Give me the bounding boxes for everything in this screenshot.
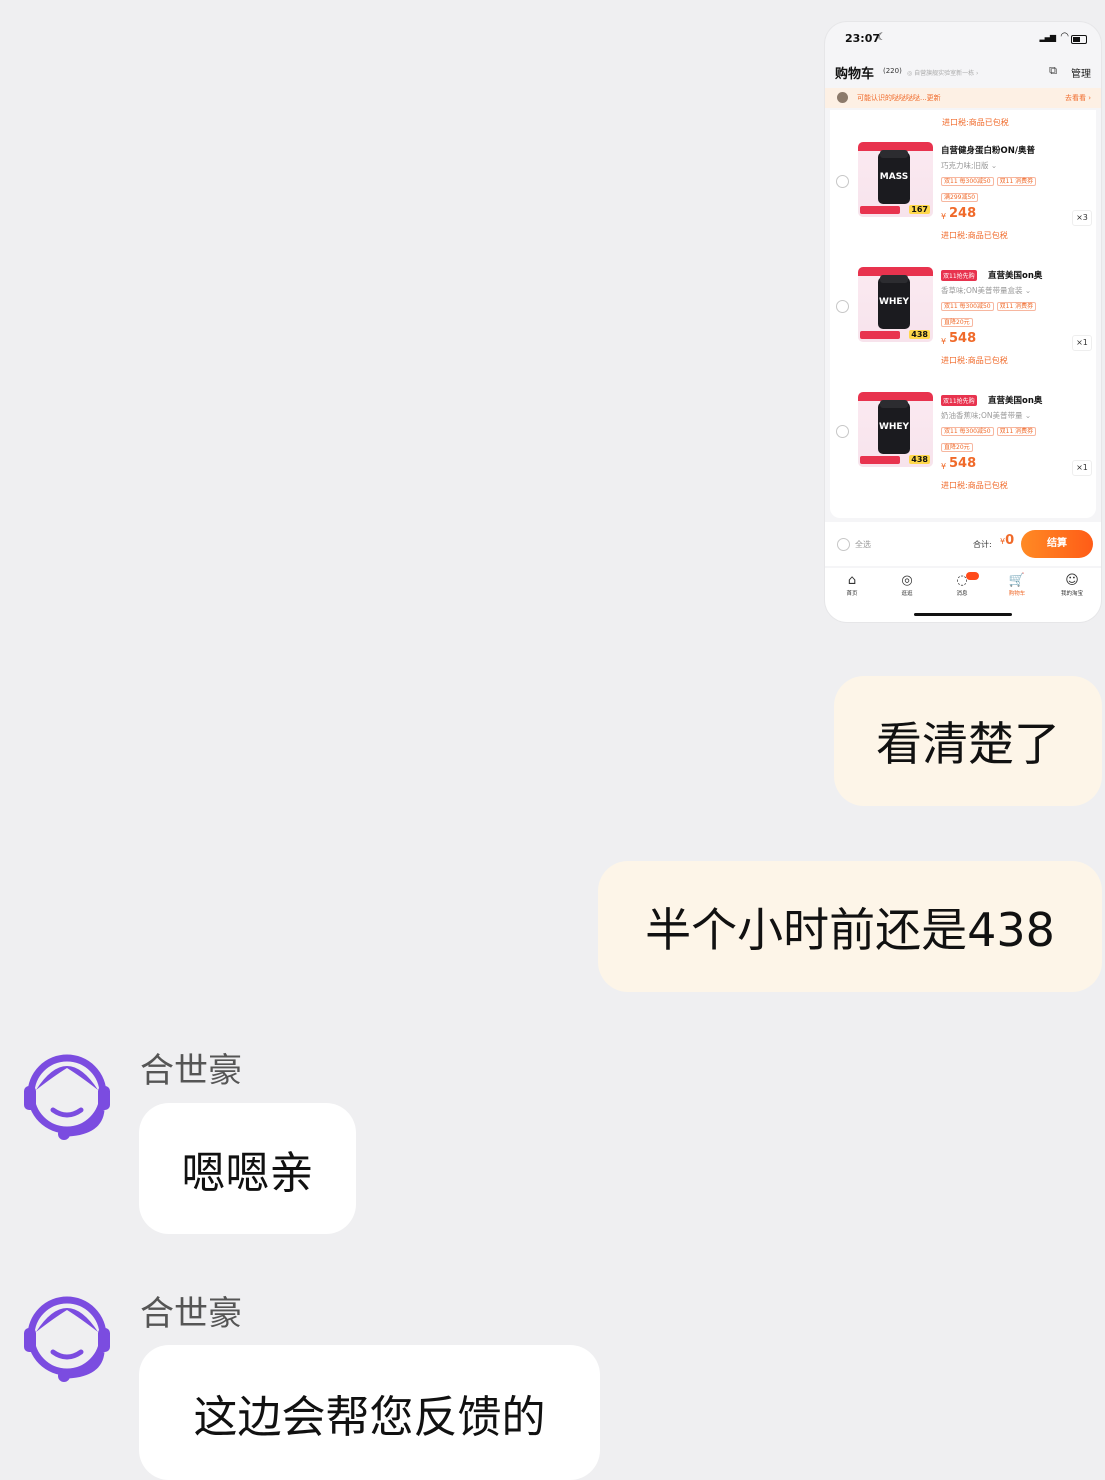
product-qty: ×3 — [1072, 210, 1092, 226]
promo-badge: 双11抢先购 — [941, 270, 977, 281]
product-image-price: 438 — [909, 455, 930, 464]
cart-title: 购物车 — [835, 67, 875, 82]
notice-bar: 可能认识的哒哒哒哒...更新 去看看 › — [825, 88, 1101, 108]
promo-badge: 双11抢先购 — [941, 395, 977, 406]
product-image: WHEY 438 — [858, 267, 933, 342]
promo-tag-secondary: 直降20元 — [941, 317, 973, 327]
message-text: 半个小时前还是438 — [645, 902, 1055, 957]
price-symbol: ¥ — [941, 337, 947, 346]
message-bubble-self[interactable]: 半个小时前还是438 — [598, 861, 1102, 992]
home-icon: ⌂ — [847, 573, 857, 588]
tax-note: 进口税:商品已包税 — [941, 231, 1008, 240]
product-name: 直营美国on奥 — [988, 271, 1043, 281]
tab-profile: ☺ 我的淘宝 — [1052, 573, 1092, 597]
product-image: WHEY 438 — [858, 392, 933, 467]
sender-name: 合世豪 — [140, 1294, 242, 1334]
wifi-icon: ◠ — [1060, 31, 1069, 42]
total-label: 合计: — [973, 540, 992, 549]
profile-icon: ☺ — [1065, 573, 1079, 588]
product-image-price: 167 — [909, 205, 930, 214]
battery-icon — [1071, 35, 1087, 44]
message-bubble-agent[interactable]: 这边会帮您反馈的 — [139, 1345, 600, 1480]
agent-avatar-icon — [24, 1296, 110, 1382]
product-image-label: WHEY — [878, 297, 910, 307]
tax-note: 进口税:商品已包税 — [942, 118, 1009, 127]
product-image-price: 438 — [909, 330, 930, 339]
shared-screenshot-image[interactable]: 23:07 ☾ ▂▄▆ ◠ 购物车 (220) ◎ 自营旗舰实验室新一栋 › ⧉… — [825, 22, 1101, 622]
product-qty: ×1 — [1072, 335, 1092, 351]
product-name: 自营健身蛋白粉ON/奥普 — [941, 146, 1035, 156]
promo-tags: 双11 每300减50 双11 消费券 — [941, 426, 1039, 436]
product-image-label: WHEY — [878, 422, 910, 432]
select-all-radio — [837, 538, 850, 551]
notice-action: 去看看 › — [1064, 94, 1091, 102]
message-bubble-self[interactable]: 看清楚了 — [834, 676, 1102, 806]
cart-item: WHEY 438 双11抢先购 直营美国on奥 香草味;ON美普带量盒装 ⌄ 双… — [830, 265, 1096, 385]
tab-cart: 🛒 购物车 — [997, 573, 1037, 597]
cart-icon: 🛒 — [1008, 573, 1026, 588]
signal-icon: ▂▄▆ — [1039, 33, 1057, 42]
product-image: MASS 167 — [858, 142, 933, 217]
sender-name: 合世豪 — [140, 1051, 242, 1091]
product-price: 548 — [949, 331, 977, 346]
notice-text: 可能认识的哒哒哒哒...更新 — [857, 94, 941, 102]
item-radio — [836, 425, 849, 438]
moon-icon: ☾ — [877, 32, 886, 43]
status-bar: 23:07 ☾ ▂▄▆ ◠ — [825, 22, 1101, 56]
product-name: 直营美国on奥 — [988, 396, 1043, 406]
cart-list: 进口税:商品已包税 MASS 167 自营健身蛋白粉ON/奥普 巧克力味;旧版 … — [830, 110, 1096, 518]
product-price: 548 — [949, 456, 977, 471]
cart-item: MASS 167 自营健身蛋白粉ON/奥普 巧克力味;旧版 ⌄ 双11 每300… — [830, 140, 1096, 260]
total-value: ¥0 — [1000, 533, 1015, 548]
tab-explore: ◎ 逛逛 — [887, 573, 927, 597]
product-qty: ×1 — [1072, 460, 1092, 476]
product-spec: 香草味;ON美普带量盒装 ⌄ — [941, 286, 1032, 295]
cart-header: 购物车 (220) ◎ 自营旗舰实验室新一栋 › ⧉ 管理 — [825, 60, 1101, 84]
message-text: 这边会帮您反馈的 — [193, 1391, 546, 1443]
product-image-label: MASS — [879, 172, 909, 182]
promo-tag-secondary: 直降20元 — [941, 442, 973, 452]
tab-home: ⌂ 首页 — [832, 573, 872, 597]
agent-avatar-icon — [24, 1054, 110, 1140]
unread-dot — [966, 572, 979, 580]
notice-avatar — [837, 92, 848, 103]
product-price: 248 — [949, 206, 977, 221]
price-symbol: ¥ — [941, 212, 947, 221]
product-spec: 奶油香蕉味;ON美普带量 ⌄ — [941, 411, 1032, 420]
manage-button: 管理 — [1071, 69, 1091, 80]
promo-tags: 双11 每300减50 双11 消费券 — [941, 176, 1039, 186]
product-spec: 巧克力味;旧版 ⌄ — [941, 161, 998, 170]
home-indicator — [914, 613, 1012, 616]
item-radio — [836, 175, 849, 188]
status-time: 23:07 — [845, 32, 881, 45]
cart-address: ◎ 自营旗舰实验室新一栋 › — [907, 70, 979, 77]
explore-icon: ◎ — [901, 573, 913, 588]
promo-tag-secondary: 满299减50 — [941, 192, 979, 202]
message-bubble-agent[interactable]: 嗯嗯亲 — [139, 1103, 356, 1234]
share-icon: ⧉ — [1049, 64, 1057, 77]
item-radio — [836, 300, 849, 313]
select-all-label: 全选 — [855, 540, 871, 549]
tax-note: 进口税:商品已包税 — [941, 481, 1008, 490]
tax-note: 进口税:商品已包税 — [941, 356, 1008, 365]
price-symbol: ¥ — [941, 462, 947, 471]
cart-footer: 全选 合计: ¥0 结算 — [825, 522, 1101, 566]
message-text: 看清楚了 — [876, 717, 1060, 771]
tab-message: ◌ 消息 — [942, 572, 982, 597]
checkout-button: 结算 — [1021, 530, 1093, 558]
cart-item: WHEY 438 双11抢先购 直营美国on奥 奶油香蕉味;ON美普带量 ⌄ 双… — [830, 390, 1096, 510]
message-text: 嗯嗯亲 — [181, 1147, 314, 1199]
promo-tags: 双11 每300减50 双11 消费券 — [941, 301, 1039, 311]
cart-count: (220) — [883, 67, 902, 75]
